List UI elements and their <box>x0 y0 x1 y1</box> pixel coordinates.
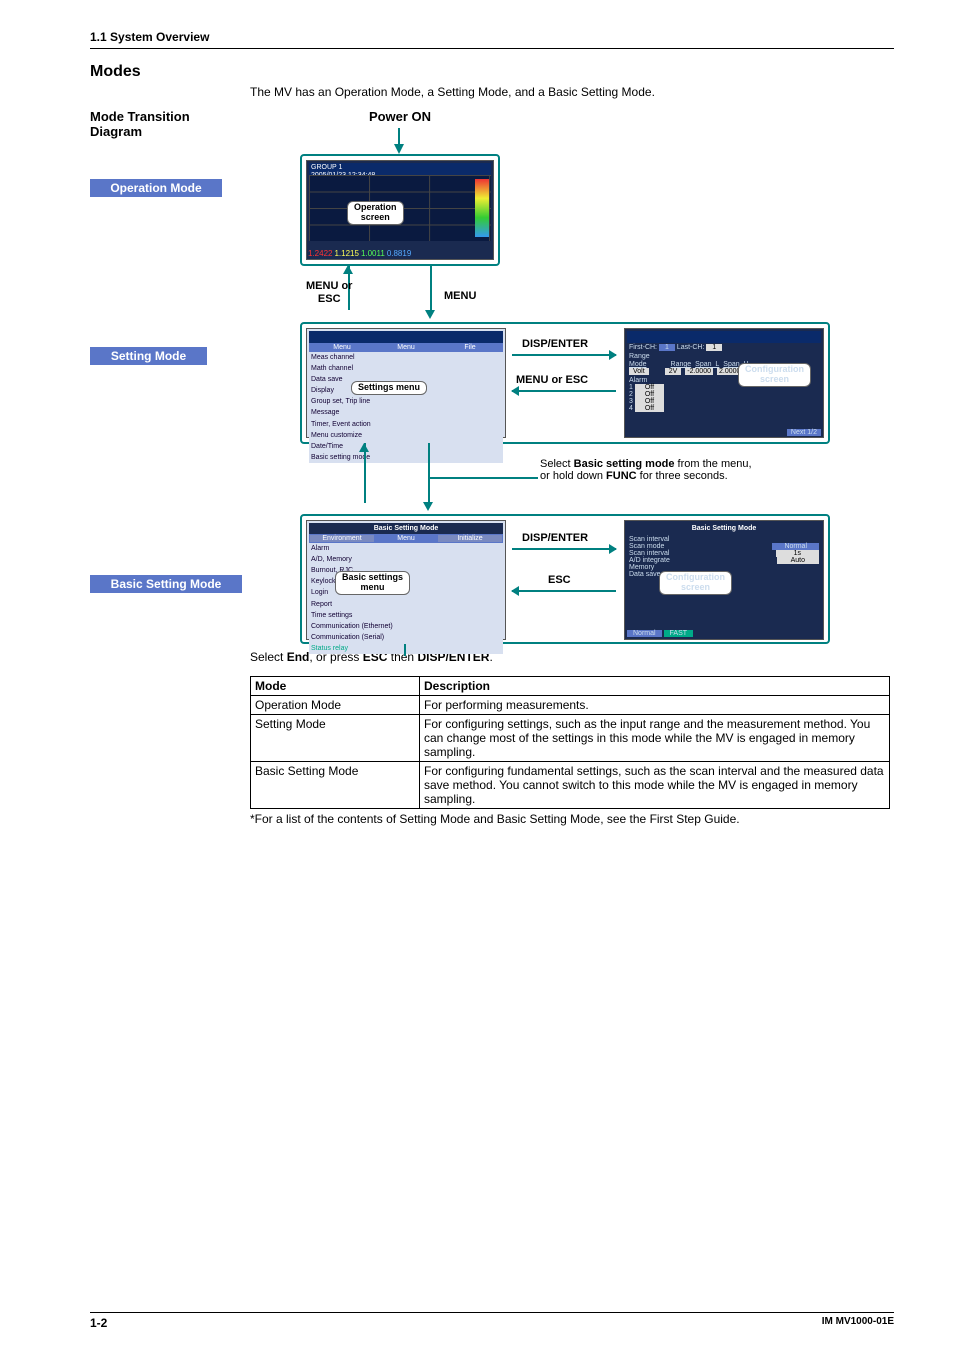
table-row: Basic Setting Mode For configuring funda… <box>251 762 890 809</box>
intro-text: The MV has an Operation Mode, a Setting … <box>250 85 894 99</box>
page-footer: 1-2 IM MV1000-01E <box>90 1312 894 1330</box>
esc-key-label: ESC <box>548 574 571 587</box>
page-number: 1-2 <box>90 1316 107 1330</box>
table-row: Setting Mode For configuring settings, s… <box>251 715 890 762</box>
section-header: 1.1 System Overview <box>90 30 894 49</box>
operation-screen-tag: Operation screen <box>347 201 404 225</box>
setting-config-tag: Configuration screen <box>738 363 811 387</box>
doc-id: IM MV1000-01E <box>822 1316 894 1330</box>
power-on-label: Power ON <box>250 109 550 124</box>
basic-config-tag: Configuration screen <box>659 571 732 595</box>
basic-mode-label: Basic Setting Mode <box>90 575 242 593</box>
disp-enter-key-label: DISP/ENTER <box>522 338 588 351</box>
basic-config-thumb: Basic Setting Mode Scan interval Scan mo… <box>624 520 824 640</box>
settings-menu-thumb: Menu Menu File Meas channel Math channel… <box>306 328 506 438</box>
table-header-desc: Description <box>420 677 890 696</box>
setting-mode-label: Setting Mode <box>90 347 207 365</box>
menu-esc-key-label: MENU or ESC <box>306 280 352 306</box>
table-header-mode: Mode <box>251 677 420 696</box>
page-title: Modes <box>90 63 894 81</box>
basic-note-text: Select Basic setting mode from the menu,… <box>540 458 820 482</box>
operation-screen-thumb: GROUP 1 2005/01/23 12:34:48 1.2422 1.121… <box>306 160 494 260</box>
setting-config-thumb: First-CH: 1 Last-CH: 1 Range ModeRangeSp… <box>624 328 824 438</box>
operation-mode-label: Operation Mode <box>90 179 222 197</box>
modes-table: Mode Description Operation Mode For perf… <box>250 676 890 809</box>
settings-menu-tag: Settings menu <box>351 381 427 395</box>
basic-menu-tag: Basic settings menu <box>335 571 410 595</box>
table-row: Operation Mode For performing measuremen… <box>251 696 890 715</box>
menu-key-label: MENU <box>444 290 476 303</box>
menu-or-esc-key-label: MENU or ESC <box>516 374 588 387</box>
diagram-subtitle: Mode Transition Diagram <box>90 109 220 139</box>
basic-menu-thumb: Basic Setting Mode Environment Menu Init… <box>306 520 506 640</box>
disp-enter-key-label-2: DISP/ENTER <box>522 532 588 545</box>
table-footnote: *For a list of the contents of Setting M… <box>250 812 894 826</box>
